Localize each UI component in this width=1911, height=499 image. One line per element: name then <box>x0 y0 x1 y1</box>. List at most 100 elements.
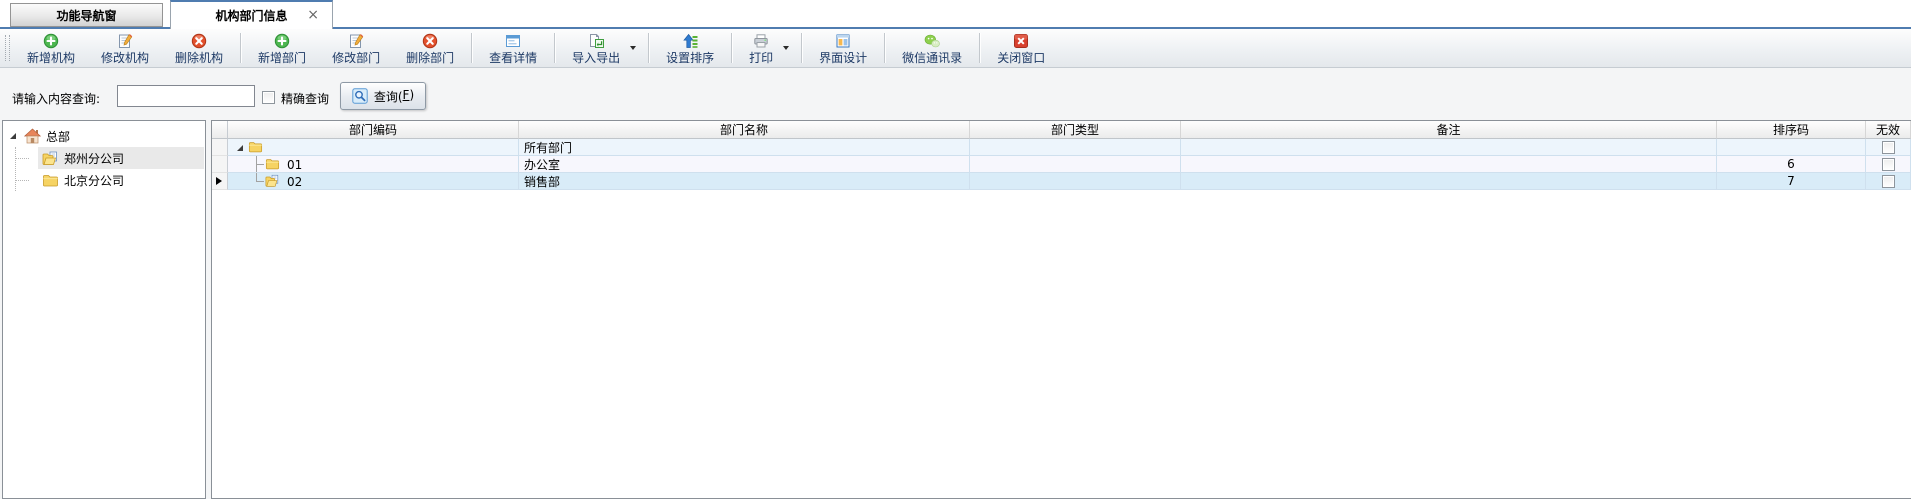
chevron-down-icon <box>630 46 636 50</box>
print-icon <box>753 33 769 49</box>
dept-code-cell <box>228 139 519 156</box>
expand-collapse-icon[interactable] <box>237 145 243 151</box>
tab-label: 机构部门信息 <box>215 7 287 24</box>
close-window-button[interactable]: 关闭窗口 <box>984 29 1058 67</box>
search-icon <box>352 88 368 104</box>
column-header-note[interactable]: 备注 <box>1181 121 1717 139</box>
tree-item-label: 北京分公司 <box>64 172 124 189</box>
toolbar-separator <box>240 33 241 63</box>
button-label: 导入导出 <box>572 51 620 65</box>
tree-item-beijing-branch[interactable]: 北京分公司 <box>3 169 205 191</box>
dept-type-cell <box>970 156 1181 173</box>
folder-open-icon <box>265 174 280 188</box>
query-button-label: 查询(F) <box>374 88 414 105</box>
tree-item-zhengzhou-branch[interactable]: 郑州分公司 <box>3 147 205 169</box>
invalid-checkbox[interactable] <box>1882 175 1895 188</box>
tab-label: 功能导航窗 <box>56 7 116 24</box>
folder-open-icon <box>42 151 59 166</box>
department-grid: 部门编码 部门名称 部门类型 备注 排序码 无效 所有部门 <box>211 120 1911 499</box>
toolbar-separator <box>884 33 885 63</box>
edit-org-button[interactable]: 修改机构 <box>88 29 162 67</box>
button-label: 删除部门 <box>406 51 454 65</box>
add-icon <box>43 33 59 49</box>
button-label: 设置排序 <box>666 51 714 65</box>
tab-function-nav[interactable]: 功能导航窗 <box>10 3 163 27</box>
row-indicator <box>212 139 228 156</box>
column-header-dept-type[interactable]: 部门类型 <box>970 121 1181 139</box>
dept-type-cell <box>970 173 1181 190</box>
tab-strip: 功能导航窗 机构部门信息 × <box>0 0 1911 29</box>
folder-icon <box>42 173 59 188</box>
note-cell <box>1181 173 1717 190</box>
delete-dept-button[interactable]: 删除部门 <box>393 29 467 67</box>
delete-icon <box>191 33 207 49</box>
dept-code-cell: 01 <box>228 156 519 173</box>
tree-connector <box>15 180 29 181</box>
toolbar: 新增机构 修改机构 删除机构 新增部门 <box>0 29 1911 68</box>
query-button[interactable]: 查询(F) <box>340 82 426 110</box>
folder-icon <box>265 157 280 171</box>
dept-code: 01 <box>287 158 302 172</box>
button-label: 微信通讯录 <box>902 51 962 65</box>
button-label: 修改部门 <box>332 51 380 65</box>
edit-icon <box>117 33 133 49</box>
folder-icon <box>248 140 263 154</box>
tree-connector <box>256 181 264 182</box>
button-label: 删除机构 <box>175 51 223 65</box>
table-row[interactable]: 02 销售部 7 <box>212 173 1911 190</box>
toolbar-grip[interactable] <box>5 35 10 61</box>
sort-code-cell <box>1717 139 1866 156</box>
dept-code: 02 <box>287 175 302 189</box>
add-org-button[interactable]: 新增机构 <box>14 29 88 67</box>
chevron-down-icon <box>783 46 789 50</box>
toolbar-separator <box>801 33 802 63</box>
table-row[interactable]: 所有部门 <box>212 139 1911 156</box>
wechat-contacts-button[interactable]: 微信通讯录 <box>889 29 975 67</box>
add-dept-button[interactable]: 新增部门 <box>245 29 319 67</box>
button-label: 新增机构 <box>27 51 75 65</box>
close-tab-icon[interactable]: × <box>307 8 319 22</box>
note-cell <box>1181 156 1717 173</box>
dept-code-cell: 02 <box>228 173 519 190</box>
tree-connector <box>15 158 29 159</box>
sort-code-cell: 7 <box>1717 173 1866 190</box>
details-icon <box>505 33 521 49</box>
exact-search-checkbox[interactable] <box>262 91 275 104</box>
delete-org-button[interactable]: 删除机构 <box>162 29 236 67</box>
dept-name-cell: 所有部门 <box>519 139 970 156</box>
button-label: 关闭窗口 <box>997 51 1045 65</box>
ui-design-icon <box>835 33 851 49</box>
row-indicator <box>212 173 228 190</box>
invalid-checkbox[interactable] <box>1882 158 1895 171</box>
expand-collapse-icon[interactable] <box>10 133 16 139</box>
invalid-cell <box>1866 156 1911 173</box>
button-label: 新增部门 <box>258 51 306 65</box>
edit-dept-button[interactable]: 修改部门 <box>319 29 393 67</box>
search-label: 请输入内容查询: <box>12 90 100 107</box>
ui-design-button[interactable]: 界面设计 <box>806 29 880 67</box>
toolbar-separator <box>648 33 649 63</box>
table-row[interactable]: 01 办公室 6 <box>212 156 1911 173</box>
button-label: 界面设计 <box>819 51 867 65</box>
tab-org-dept-info[interactable]: 机构部门信息 × <box>170 0 333 29</box>
grid-indicator-header <box>212 121 228 139</box>
column-header-invalid[interactable]: 无效 <box>1866 121 1911 139</box>
set-sort-button[interactable]: 设置排序 <box>653 29 727 67</box>
import-export-icon <box>588 33 604 49</box>
invalid-checkbox[interactable] <box>1882 141 1895 154</box>
column-header-dept-code[interactable]: 部门编码 <box>228 121 519 139</box>
tree-item-label: 总部 <box>46 128 70 145</box>
print-button[interactable]: 打印 <box>736 29 797 67</box>
import-export-button[interactable]: 导入导出 <box>559 29 644 67</box>
button-label: 修改机构 <box>101 51 149 65</box>
column-header-sort-code[interactable]: 排序码 <box>1717 121 1866 139</box>
toolbar-separator <box>979 33 980 63</box>
view-details-button[interactable]: 查看详情 <box>476 29 550 67</box>
add-icon <box>274 33 290 49</box>
delete-icon <box>422 33 438 49</box>
tree-item-headquarters[interactable]: 总部 <box>3 125 205 147</box>
wechat-icon <box>924 33 940 49</box>
search-input[interactable] <box>117 85 255 107</box>
column-header-dept-name[interactable]: 部门名称 <box>519 121 970 139</box>
button-label: 打印 <box>749 51 773 65</box>
